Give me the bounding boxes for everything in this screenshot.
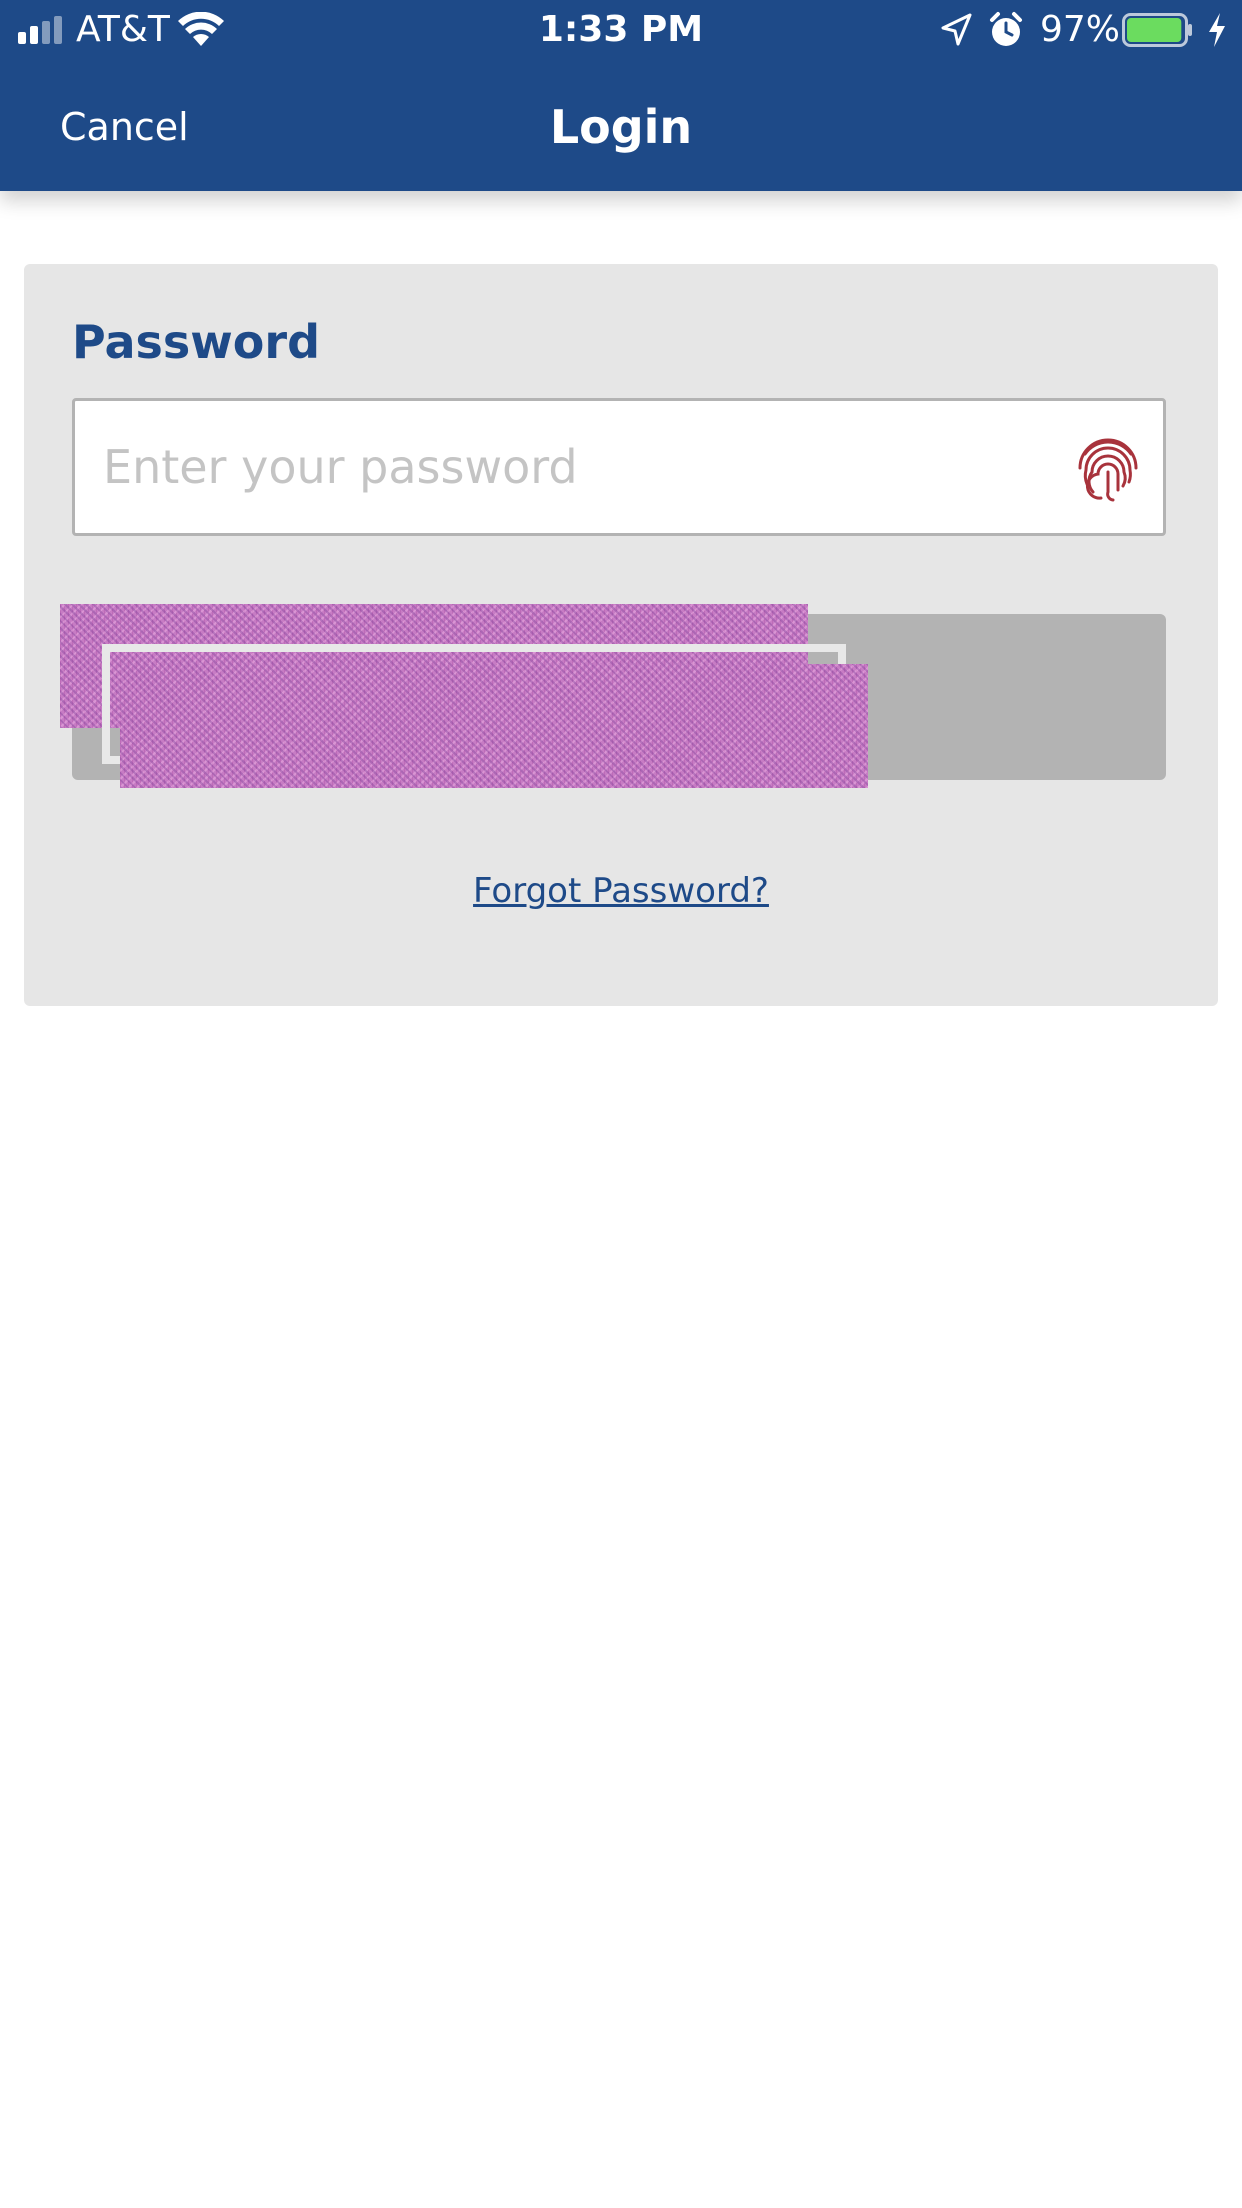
forgot-password-link[interactable]: Forgot Password?	[24, 870, 1218, 912]
page-title: Login	[549, 100, 693, 154]
lightning-bolt-icon	[1209, 13, 1225, 47]
password-label: Password	[72, 315, 320, 369]
password-input[interactable]	[103, 401, 1053, 533]
battery-percent: 97%	[1040, 9, 1121, 50]
login-card: Password Forgot Password?	[24, 264, 1218, 1006]
redacted-region	[120, 664, 868, 788]
password-field[interactable]	[72, 398, 1166, 536]
status-bar: AT&T 1:33 PM 97%	[0, 0, 1242, 60]
alarm-clock-icon	[990, 12, 1022, 46]
fingerprint-icon[interactable]	[1075, 434, 1141, 504]
battery-icon	[1122, 13, 1192, 47]
location-arrow-icon	[941, 13, 972, 46]
app-header: AT&T 1:33 PM 97% Cancel Login	[0, 0, 1242, 191]
